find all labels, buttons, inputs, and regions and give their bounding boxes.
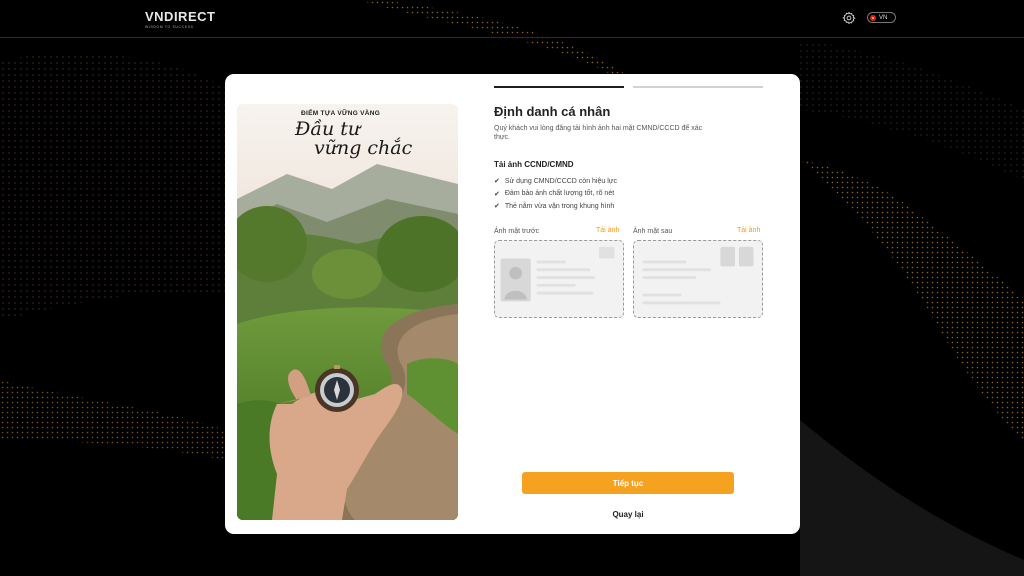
requirement-item: ✔ Thẻ nằm vừa vặn trong khung hình (494, 200, 617, 213)
requirement-text: Đảm bảo ảnh chất lượng tốt, rõ nét (504, 190, 615, 198)
identity-form: Định danh cá nhân Quý khách vui lòng đăn… (494, 74, 764, 534)
brand-logo[interactable]: VNDIRECT WISDOM TO SUCCESS (145, 9, 215, 29)
form-subtitle: Quý khách vui lòng đăng tải hình ảnh hai… (494, 125, 703, 141)
front-photo-label: Ảnh mặt trước (494, 228, 540, 235)
back-button[interactable]: Quay lại (593, 507, 663, 521)
logo-text: VNDIRECT (145, 9, 216, 24)
check-icon: ✔ (494, 190, 500, 198)
requirements-list: ✔ Sử dụng CMND/CCCD còn hiệu lực ✔ Đảm bảo… (494, 175, 617, 213)
id-card-front-placeholder-icon (500, 246, 615, 302)
requirement-item: ✔ Sử dụng CMND/CCCD còn hiệu lực (494, 175, 617, 188)
language-label: VN (879, 14, 888, 21)
back-upload-link[interactable]: Tải ảnh (737, 227, 760, 234)
check-icon: ✔ (494, 178, 500, 186)
step-indicator-inactive (633, 86, 763, 88)
upload-section-title: Tải ảnh CCND/CMND (494, 160, 574, 169)
top-header: VNDIRECT WISDOM TO SUCCESS VN (0, 0, 1024, 38)
requirement-text: Thẻ nằm vừa vặn trong khung hình (504, 202, 615, 210)
slogan-script: Đầu tư vững chắc (295, 120, 415, 158)
back-photo-label: Ảnh mặt sau (633, 228, 673, 235)
logo-tagline: WISDOM TO SUCCESS (145, 25, 194, 29)
language-switcher[interactable]: VN (867, 12, 896, 23)
vietnam-flag-icon (870, 14, 876, 21)
gear-icon[interactable] (842, 11, 856, 25)
continue-button[interactable]: Tiếp tục (522, 472, 734, 494)
front-photo-dropzone[interactable] (494, 240, 624, 318)
slogan-line-2: vững chắc (314, 137, 413, 159)
step-indicator-active (494, 86, 624, 88)
landscape-illustration (237, 104, 458, 520)
requirement-text: Sử dụng CMND/CCCD còn hiệu lực (504, 177, 617, 185)
promo-image: ĐIỂM TỰA VỮNG VÀNG Đầu tư vững chắc (237, 104, 458, 520)
front-upload-link[interactable]: Tải ảnh (596, 227, 619, 234)
form-title: Định danh cá nhân (494, 104, 611, 119)
slogan-top: ĐIỂM TỰA VỮNG VÀNG (301, 110, 381, 117)
check-icon: ✔ (494, 203, 500, 211)
id-card-back-placeholder-icon (642, 246, 754, 305)
identity-card-panel: ĐIỂM TỰA VỮNG VÀNG Đầu tư vững chắc Định… (225, 74, 800, 534)
back-photo-dropzone[interactable] (633, 240, 763, 318)
requirement-item: ✔ Đảm bảo ảnh chất lượng tốt, rõ nét (494, 188, 617, 201)
